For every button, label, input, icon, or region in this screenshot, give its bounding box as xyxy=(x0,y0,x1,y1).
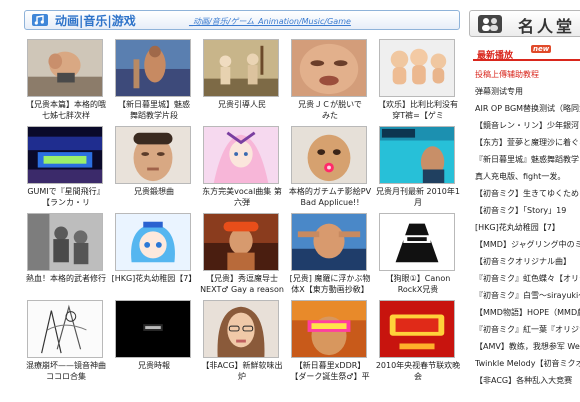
video-thumbnail[interactable] xyxy=(379,213,455,271)
video-thumbnail[interactable] xyxy=(27,300,103,358)
video-caption[interactable]: 【新日暮里城】魅惑 舞蹈教学片段 xyxy=(108,99,200,122)
sidebar: 名人堂 最新播放 new 投稿上傳辅助教程 弹幕测试专用 AIR OP BGM替换测… xyxy=(465,0,580,402)
video-section: 动画|音乐|游戏 _动画/音乐/ゲーム_Animation/Music/Game… xyxy=(0,0,465,402)
new-badge: new xyxy=(531,45,552,53)
video-caption[interactable]: 兄贵時報 xyxy=(108,360,200,383)
video-caption[interactable]: 【兄贵】秀逗魔导士 NEXT♂ Gay a reason xyxy=(196,273,288,296)
latest-link[interactable]: 【AMV】教练，我想参军 We n xyxy=(475,338,580,355)
sidebar-title: 名人堂 xyxy=(518,17,576,36)
latest-link[interactable]: 【初音ミク】「Story」19 xyxy=(475,202,580,219)
users-icon xyxy=(478,15,502,33)
latest-link[interactable]: 【MMD】ジャグリング中のミク xyxy=(475,236,580,253)
latest-link[interactable]: 『初音ミク』白雪～sirayuki～ xyxy=(475,287,580,304)
latest-link[interactable]: 『初音ミク』紅一葉『オリジナル xyxy=(475,321,580,338)
video-thumbnail[interactable] xyxy=(203,300,279,358)
video-caption[interactable]: 2010年央视春节联欢晚 会 xyxy=(372,360,464,383)
video-thumbnail[interactable] xyxy=(291,39,367,97)
video-card[interactable]: 【狗眼①】Canon RockX兄贵 xyxy=(374,210,462,297)
video-card[interactable]: 【新日暮里城】魅惑 舞蹈教学片段 xyxy=(110,36,198,123)
video-card[interactable]: 东方完美vocal曲集 第 六弾 xyxy=(198,123,286,210)
music-note-icon xyxy=(32,14,48,26)
video-card[interactable]: 【兄贵本篇】本格的哦 七姊七胖次样 xyxy=(22,36,110,123)
video-thumbnail[interactable] xyxy=(115,213,191,271)
video-thumbnail[interactable] xyxy=(291,126,367,184)
section-subtitle[interactable]: _动画/音乐/ゲーム_Animation/Music/Game xyxy=(189,16,351,27)
section-header: 动画|音乐|游戏 _动画/音乐/ゲーム_Animation/Music/Game xyxy=(24,10,460,30)
video-card[interactable]: 兄贵ＪＣが脱いで みた xyxy=(286,36,374,123)
video-thumbnail[interactable] xyxy=(203,213,279,271)
latest-link[interactable]: 真人充电版、fight一发。 xyxy=(475,168,580,185)
video-thumbnail[interactable] xyxy=(27,126,103,184)
video-card[interactable]: GUMIで『星間飛行』 【ランカ・リ xyxy=(22,123,110,210)
video-caption[interactable]: 【狗眼①】Canon RockX兄贵 xyxy=(372,273,464,296)
latest-link[interactable]: 【MMD物語】HOPE（MMD劇 xyxy=(475,304,580,321)
video-grid: 【兄贵本篇】本格的哦 七姊七胖次样 【新日暮里城】魅惑 舞蹈教学片段 兄贵引導人… xyxy=(22,36,462,384)
video-card[interactable]: 熱血！本格的武者修行 xyxy=(22,210,110,297)
latest-link[interactable]: [HKG]花丸幼稚园【7】 xyxy=(475,219,580,236)
latest-link[interactable]: 『新日暮里城』魅惑舞蹈教学 xyxy=(475,151,580,168)
video-thumbnail[interactable] xyxy=(115,39,191,97)
video-caption[interactable]: 兄贵引導人民 xyxy=(196,99,288,122)
video-thumbnail[interactable] xyxy=(27,39,103,97)
video-thumbnail[interactable] xyxy=(27,213,103,271)
latest-link[interactable]: 【初音ミク】生きてゆくために xyxy=(475,185,580,202)
video-thumbnail[interactable] xyxy=(379,39,455,97)
video-thumbnail[interactable] xyxy=(291,213,367,271)
video-caption[interactable]: 熱血！本格的武者修行 xyxy=(20,273,112,296)
video-thumbnail[interactable] xyxy=(291,300,367,358)
video-card[interactable]: 2010年央视春节联欢晚 会 xyxy=(374,297,462,384)
latest-list: 投稿上傳辅助教程 弹幕测试专用 AIR OP BGM替换测试（略同步 【鏡音レン・リン… xyxy=(475,66,580,389)
section-title[interactable]: 动画|音乐|游戏 xyxy=(55,12,136,29)
video-card[interactable]: 兄贵引導人民 xyxy=(198,36,286,123)
video-thumbnail[interactable] xyxy=(203,39,279,97)
video-thumbnail[interactable] xyxy=(379,126,455,184)
video-caption[interactable]: 东方完美vocal曲集 第 六弾 xyxy=(196,186,288,209)
video-caption[interactable]: 【非ACG】新鮮软味出 炉 xyxy=(196,360,288,383)
video-caption[interactable]: 【兄贵本篇】本格的哦 七姊七胖次样 xyxy=(20,99,112,122)
latest-link[interactable]: 投稿上傳辅助教程 xyxy=(475,66,580,83)
latest-link[interactable]: AIR OP BGM替换测试（略同步 xyxy=(475,100,580,117)
video-card[interactable]: 【新日暮里xDDR】 【ダーク誕生祭♂】平 xyxy=(286,297,374,384)
latest-link[interactable]: 【东方】萱夢と魔理沙に着ぐるみを xyxy=(475,134,580,151)
latest-link[interactable]: 『初音ミク』虹色蝶々【オリジナル xyxy=(475,270,580,287)
video-card[interactable]: [HKG]花丸幼稚园【7】 xyxy=(110,210,198,297)
video-card[interactable]: 兄贵鍛想曲 xyxy=(110,123,198,210)
video-card[interactable]: 混療崩坏——镜音神曲 ココロ合集 xyxy=(22,297,110,384)
sidebar-header: 名人堂 xyxy=(469,10,580,37)
video-thumbnail[interactable] xyxy=(203,126,279,184)
video-card[interactable]: [兄贵] 魔羅に浮かぶ物 体X【東方動画抄敎】 xyxy=(286,210,374,297)
video-caption[interactable]: 兄贵ＪＣが脱いで みた xyxy=(284,99,376,122)
video-caption[interactable]: [兄贵] 魔羅に浮かぶ物 体X【東方動画抄敎】 xyxy=(284,273,376,296)
video-caption[interactable]: 【新日暮里xDDR】 【ダーク誕生祭♂】平 xyxy=(284,360,376,383)
video-caption[interactable]: 兄贵月刊最新 2010年1 月 xyxy=(372,186,464,209)
video-thumbnail[interactable] xyxy=(115,126,191,184)
video-thumbnail[interactable] xyxy=(379,300,455,358)
video-card[interactable]: 【非ACG】新鮮软味出 炉 xyxy=(198,297,286,384)
latest-link[interactable]: 弹幕测试专用 xyxy=(475,83,580,100)
latest-link[interactable]: 【鏡音レン・リン】少年銀河 xyxy=(475,117,580,134)
latest-link[interactable]: Twinkle Melody【初音ミクオ xyxy=(475,355,580,372)
video-caption[interactable]: 混療崩坏——镜音神曲 ココロ合集 xyxy=(20,360,112,383)
video-card[interactable]: 【欢乐】比利比利没有 穿T裤=【ゲミ xyxy=(374,36,462,123)
video-card[interactable]: 兄贵月刊最新 2010年1 月 xyxy=(374,123,462,210)
latest-link[interactable]: 【非ACG】各种乱入大竞赛 xyxy=(475,372,580,389)
video-caption[interactable]: GUMIで『星間飛行』 【ランカ・リ xyxy=(20,186,112,209)
video-card[interactable]: 【兄贵】秀逗魔导士 NEXT♂ Gay a reason xyxy=(198,210,286,297)
video-card[interactable]: 兄贵時報 xyxy=(110,297,198,384)
video-caption[interactable]: 【欢乐】比利比利没有 穿T裤=【ゲミ xyxy=(372,99,464,122)
video-card[interactable]: 本格的ガチムチ影絵PV Bad Applicue!! xyxy=(286,123,374,210)
latest-link[interactable]: 【初音ミクオリジナル曲】 xyxy=(475,253,580,270)
video-caption[interactable]: 兄贵鍛想曲 xyxy=(108,186,200,209)
video-thumbnail[interactable] xyxy=(115,300,191,358)
divider xyxy=(473,59,580,61)
video-caption[interactable]: [HKG]花丸幼稚园【7】 xyxy=(108,273,200,296)
video-caption[interactable]: 本格的ガチムチ影絵PV Bad Applicue!! xyxy=(284,186,376,209)
